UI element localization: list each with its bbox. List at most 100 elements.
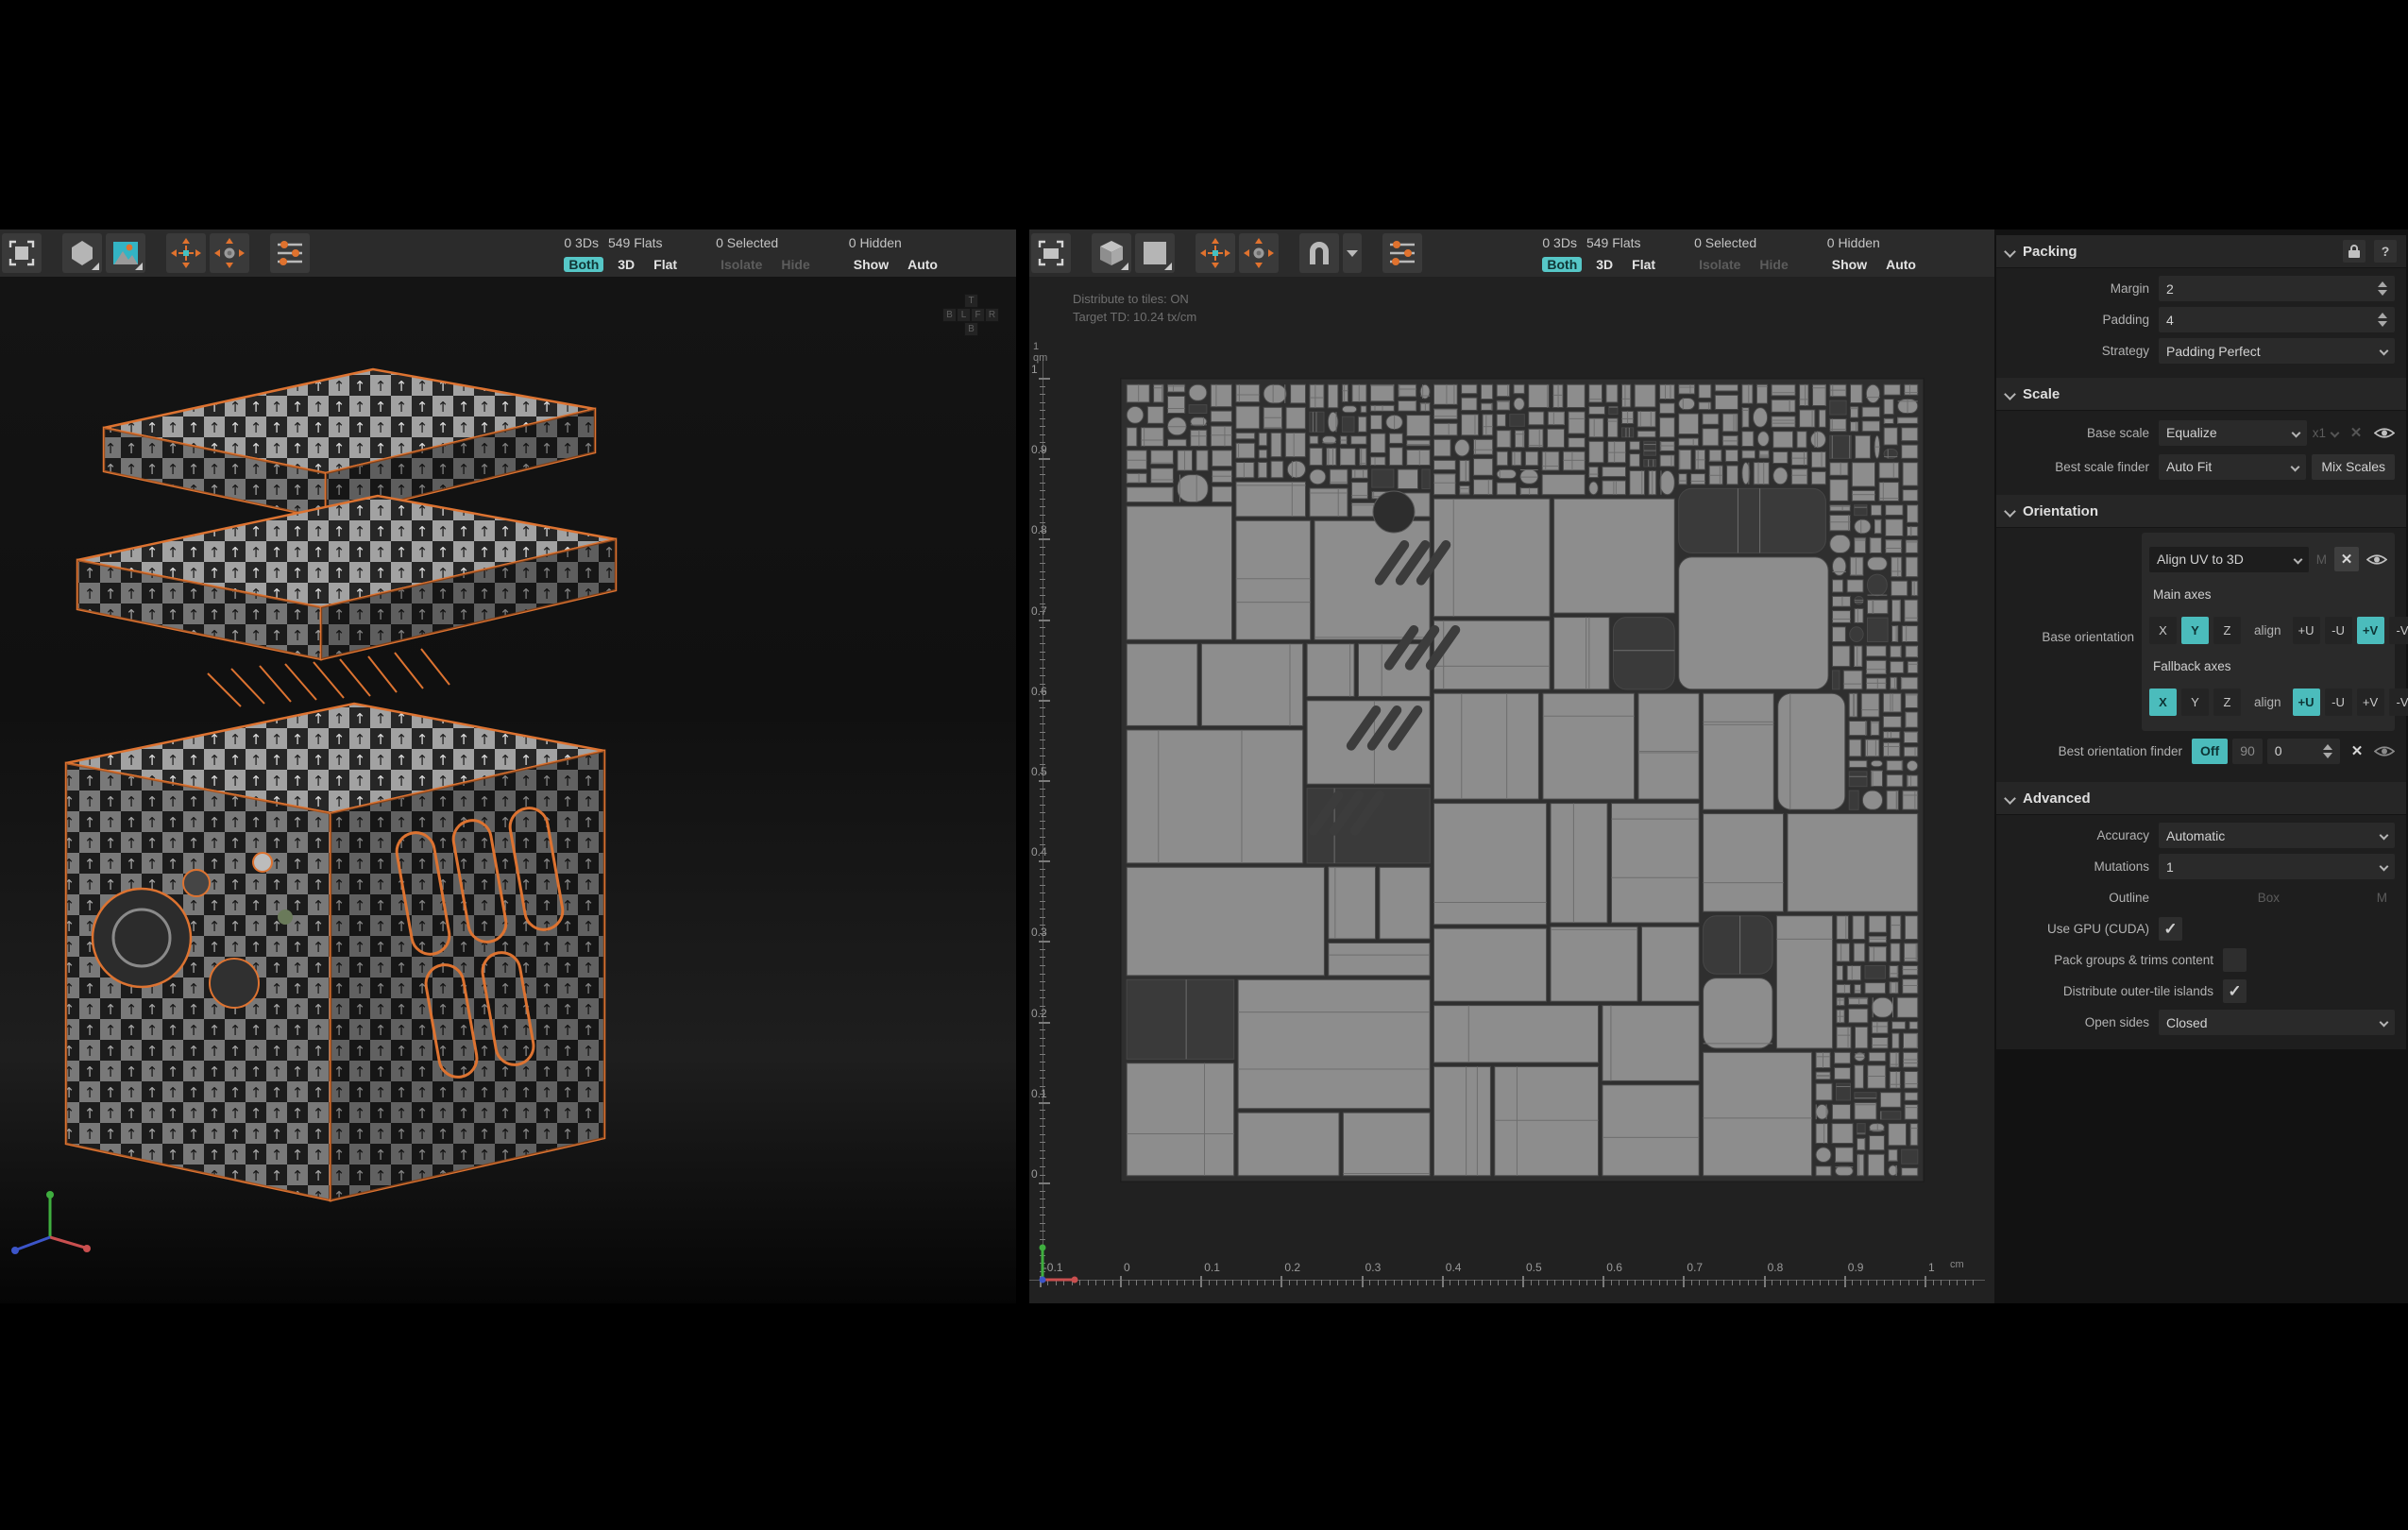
- view-top-button[interactable]: T: [964, 294, 978, 308]
- help-button[interactable]: ?: [2374, 240, 2397, 263]
- main-axis-y-button[interactable]: Y: [2181, 617, 2209, 644]
- distribute-outer-checkbox[interactable]: ✓: [2223, 979, 2247, 1003]
- ruler-tick: [1965, 1280, 1966, 1285]
- flat-display-button[interactable]: [1135, 233, 1175, 273]
- pack-selected-button-uv[interactable]: [1196, 233, 1235, 273]
- chevron-down-icon[interactable]: [2331, 428, 2340, 437]
- main-dir-plus-u-button[interactable]: +U: [2293, 617, 2320, 644]
- ruler-tick: [1168, 1280, 1169, 1285]
- base-scale-dropdown[interactable]: Equalize: [2159, 420, 2307, 446]
- pack-move-all-icon: [214, 238, 245, 268]
- viewport-uv[interactable]: Distribute to tiles: ON Target TD: 10.24…: [1029, 277, 1994, 1303]
- padding-input[interactable]: 4: [2159, 307, 2395, 332]
- pack-all-button-uv[interactable]: [1239, 233, 1279, 273]
- orientation-finder-input[interactable]: 0: [2267, 739, 2340, 764]
- hide-button[interactable]: Hide: [1755, 257, 1792, 272]
- screenshot-frame-button-uv[interactable]: [1031, 233, 1071, 273]
- ruler-label: 0.5: [1526, 1261, 1542, 1274]
- magnet-snap-button[interactable]: [1299, 233, 1339, 273]
- frame-select-icon: [8, 240, 35, 266]
- ruler-tick: [1040, 1223, 1045, 1224]
- ruler-tick: [1040, 1078, 1045, 1079]
- margin-stepper[interactable]: [2378, 281, 2387, 296]
- main-dir-minus-u-button[interactable]: -U: [2325, 617, 2352, 644]
- ruler-tick: [1216, 1280, 1217, 1285]
- strategy-dropdown[interactable]: Padding Perfect: [2159, 338, 2395, 364]
- main-dir-plus-v-button[interactable]: +V: [2357, 617, 2384, 644]
- orientation-finder-off-button[interactable]: Off: [2192, 739, 2228, 764]
- fallback-dir-plus-v-button[interactable]: +V: [2357, 688, 2384, 716]
- accuracy-dropdown[interactable]: Automatic: [2159, 823, 2395, 848]
- mode-both-button[interactable]: Both: [1542, 257, 1582, 272]
- hide-button[interactable]: Hide: [776, 257, 814, 272]
- show-button[interactable]: Show: [849, 257, 893, 272]
- pack-all-button[interactable]: [210, 233, 249, 273]
- isolate-button[interactable]: Isolate: [716, 257, 767, 272]
- fallback-axis-x-button[interactable]: X: [2149, 688, 2177, 716]
- mode-flat-button[interactable]: Flat: [649, 257, 682, 272]
- isolate-button[interactable]: Isolate: [1694, 257, 1745, 272]
- texture-display-button[interactable]: [106, 233, 145, 273]
- eye-icon[interactable]: [2374, 744, 2395, 758]
- view-cross-widget[interactable]: T B L F R B: [942, 294, 999, 345]
- view-left-button[interactable]: L: [957, 308, 971, 322]
- section-header-advanced[interactable]: Advanced: [1996, 782, 2406, 815]
- section-header-packing[interactable]: Packing ?: [1996, 235, 2406, 268]
- view-front-button[interactable]: F: [971, 308, 985, 322]
- mode-flat-button[interactable]: Flat: [1627, 257, 1660, 272]
- fallback-axis-y-button[interactable]: Y: [2181, 688, 2209, 716]
- cube-display-button[interactable]: [1092, 233, 1131, 273]
- ruler-tick: [1040, 1207, 1045, 1208]
- orientation-finder-stepper[interactable]: [2323, 744, 2332, 758]
- fallback-dir-minus-u-button[interactable]: -U: [2325, 688, 2352, 716]
- auto-button[interactable]: Auto: [903, 257, 942, 272]
- main-dir-minus-v-button[interactable]: -V: [2389, 617, 2408, 644]
- pack-settings-button-uv[interactable]: [1382, 233, 1422, 273]
- pack-move-all-icon: [1244, 238, 1274, 268]
- view-bottom-button[interactable]: B: [964, 322, 978, 336]
- ruler-tick: [1796, 1280, 1797, 1285]
- polygon-display-button[interactable]: [62, 233, 102, 273]
- viewport-3d[interactable]: ↑ ↑ ↑ ↑: [0, 277, 1016, 1303]
- lock-button[interactable]: [2343, 240, 2366, 263]
- open-sides-dropdown[interactable]: Closed: [2159, 1010, 2395, 1035]
- pack-settings-button[interactable]: [270, 233, 310, 273]
- clear-base-scale-button[interactable]: ✕: [2344, 420, 2368, 445]
- sliders-icon: [276, 240, 304, 266]
- show-button[interactable]: Show: [1827, 257, 1872, 272]
- pack-selected-button[interactable]: [166, 233, 206, 273]
- main-axis-x-button[interactable]: X: [2149, 617, 2177, 644]
- auto-button[interactable]: Auto: [1881, 257, 1921, 272]
- clear-finder-button[interactable]: ✕: [2345, 739, 2369, 763]
- align-mode-dropdown[interactable]: Align UV to 3D: [2149, 547, 2309, 572]
- ruler-tick: [1691, 1280, 1692, 1285]
- view-right-button[interactable]: R: [985, 308, 999, 322]
- magnet-options-button[interactable]: [1343, 233, 1362, 273]
- mode-3d-button[interactable]: 3D: [613, 257, 639, 272]
- eye-icon[interactable]: [2366, 552, 2387, 567]
- uv-tile-map[interactable]: [1120, 378, 1925, 1182]
- margin-input[interactable]: 2: [2159, 276, 2395, 301]
- main-axis-z-button[interactable]: Z: [2213, 617, 2241, 644]
- fallback-dir-minus-v-button[interactable]: -V: [2389, 688, 2408, 716]
- clear-orientation-button[interactable]: ✕: [2334, 547, 2359, 571]
- mix-scales-button[interactable]: Mix Scales: [2312, 454, 2395, 480]
- screenshot-frame-button[interactable]: [2, 233, 42, 273]
- section-header-orientation[interactable]: Orientation: [1996, 495, 2406, 528]
- fallback-axis-z-button[interactable]: Z: [2213, 688, 2241, 716]
- section-header-scale[interactable]: Scale: [1996, 378, 2406, 411]
- mutations-dropdown[interactable]: 1: [2159, 854, 2395, 879]
- use-gpu-checkbox[interactable]: ✓: [2159, 917, 2182, 941]
- mode-3d-button[interactable]: 3D: [1591, 257, 1618, 272]
- ruler-tick: [1876, 1280, 1877, 1285]
- padding-stepper[interactable]: [2378, 313, 2387, 327]
- pack-groups-checkbox[interactable]: [2223, 948, 2247, 972]
- ruler-tick: [1241, 1280, 1242, 1285]
- mode-both-button[interactable]: Both: [564, 257, 603, 272]
- count-selected: 0 Selected: [716, 235, 778, 250]
- eye-icon[interactable]: [2374, 426, 2395, 440]
- magnet-icon: [1306, 240, 1332, 266]
- fallback-dir-plus-u-button[interactable]: +U: [2293, 688, 2320, 716]
- view-back-button[interactable]: B: [942, 308, 957, 322]
- best-scale-finder-dropdown[interactable]: Auto Fit: [2159, 454, 2306, 480]
